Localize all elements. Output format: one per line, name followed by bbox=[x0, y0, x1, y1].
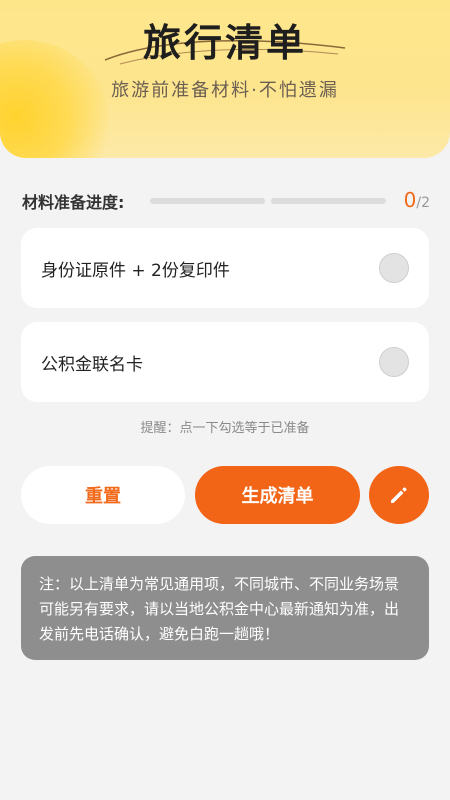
generate-list-button[interactable]: 生成清单 bbox=[195, 466, 360, 524]
checklist-item-label: 公积金联名卡 bbox=[41, 354, 143, 375]
page-subtitle: 旅游前准备材料·不怕遗漏 bbox=[111, 80, 339, 101]
page-title: 旅行清单 bbox=[142, 21, 307, 65]
checklist-item[interactable]: 公积金联名卡 bbox=[21, 322, 429, 402]
progress-row: 材料准备进度: 0/2 bbox=[22, 186, 432, 216]
progress-bar bbox=[150, 198, 386, 204]
checklist-item-label: 身份证原件 + 2份复印件 bbox=[41, 260, 230, 281]
hint-text: 提醒：点一下勾选等于已准备 bbox=[140, 421, 310, 436]
header-banner: 旅行清单 旅游前准备材料·不怕遗漏 bbox=[0, 0, 450, 158]
progress-segment bbox=[150, 198, 265, 204]
checklist-item[interactable]: 身份证原件 + 2份复印件 bbox=[21, 228, 429, 308]
progress-count: 0/2 bbox=[404, 188, 430, 212]
progress-current: 0 bbox=[403, 188, 417, 212]
checkbox-circle-icon[interactable] bbox=[379, 253, 409, 283]
progress-total: /2 bbox=[416, 195, 430, 211]
reset-button[interactable]: 重置 bbox=[21, 466, 185, 524]
progress-label: 材料准备进度: bbox=[22, 193, 125, 212]
notice-box: 注：以上清单为常见通用项，不同城市、不同业务场景可能另有要求，请以当地公积金中心… bbox=[21, 556, 429, 660]
progress-segment bbox=[271, 198, 386, 204]
pencil-icon bbox=[391, 487, 407, 503]
checkbox-circle-icon[interactable] bbox=[379, 347, 409, 377]
edit-button[interactable] bbox=[369, 466, 429, 524]
